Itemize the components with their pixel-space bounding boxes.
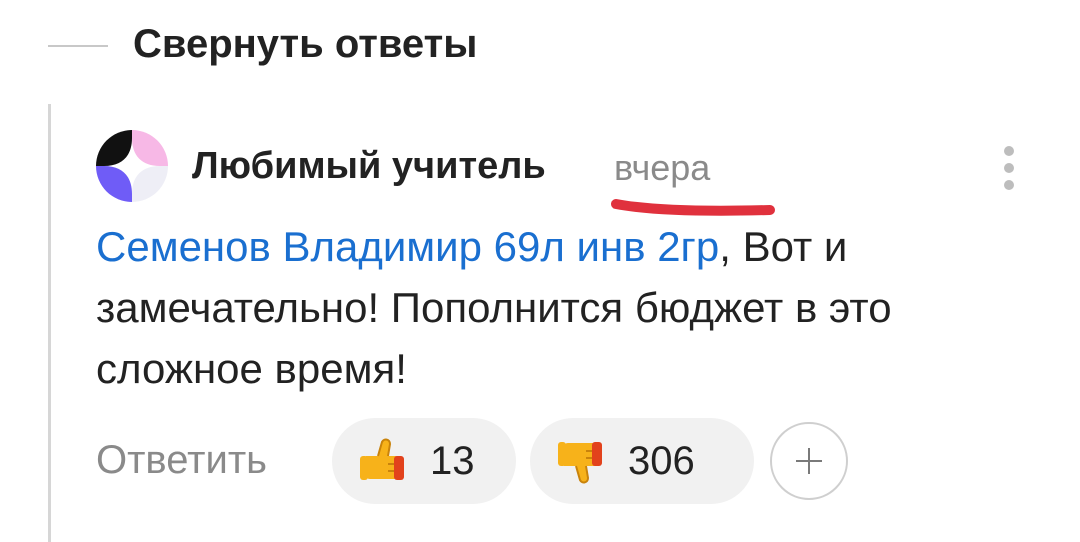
collapse-replies-button[interactable]: Свернуть ответы: [133, 20, 477, 68]
dislike-reaction-button[interactable]: 306: [530, 418, 754, 504]
thumbs-up-emoji-icon: [360, 438, 404, 480]
more-vertical-icon-dot: [1004, 163, 1014, 173]
comment-timestamp: вчера: [614, 147, 711, 188]
plus-icon-vertical: [808, 448, 810, 474]
like-reaction-button[interactable]: 13: [332, 418, 516, 504]
add-reaction-button[interactable]: [770, 422, 848, 500]
collapse-dash-divider: [48, 45, 108, 47]
avatar-icon: [96, 130, 168, 202]
more-options-button[interactable]: [994, 140, 1024, 196]
thread-line: [48, 104, 51, 542]
reply-button[interactable]: Ответить: [96, 434, 267, 486]
thumbs-down-emoji-icon: [558, 442, 602, 484]
collapse-replies-row[interactable]: Свернуть ответы: [0, 14, 1080, 78]
comment-author[interactable]: Любимый учитель: [192, 140, 546, 192]
more-vertical-icon: [1004, 146, 1014, 156]
comment-body: Семенов Владимир 69л инв 2гр, Вот и заме…: [96, 216, 1046, 399]
avatar[interactable]: [96, 130, 168, 202]
dislike-count: 306: [628, 439, 695, 483]
like-count: 13: [430, 439, 475, 483]
comment-actions: Ответить 13 306: [96, 418, 996, 504]
more-vertical-icon-dot: [1004, 180, 1014, 190]
mention-link[interactable]: Семенов Владимир 69л инв 2гр: [96, 223, 719, 270]
